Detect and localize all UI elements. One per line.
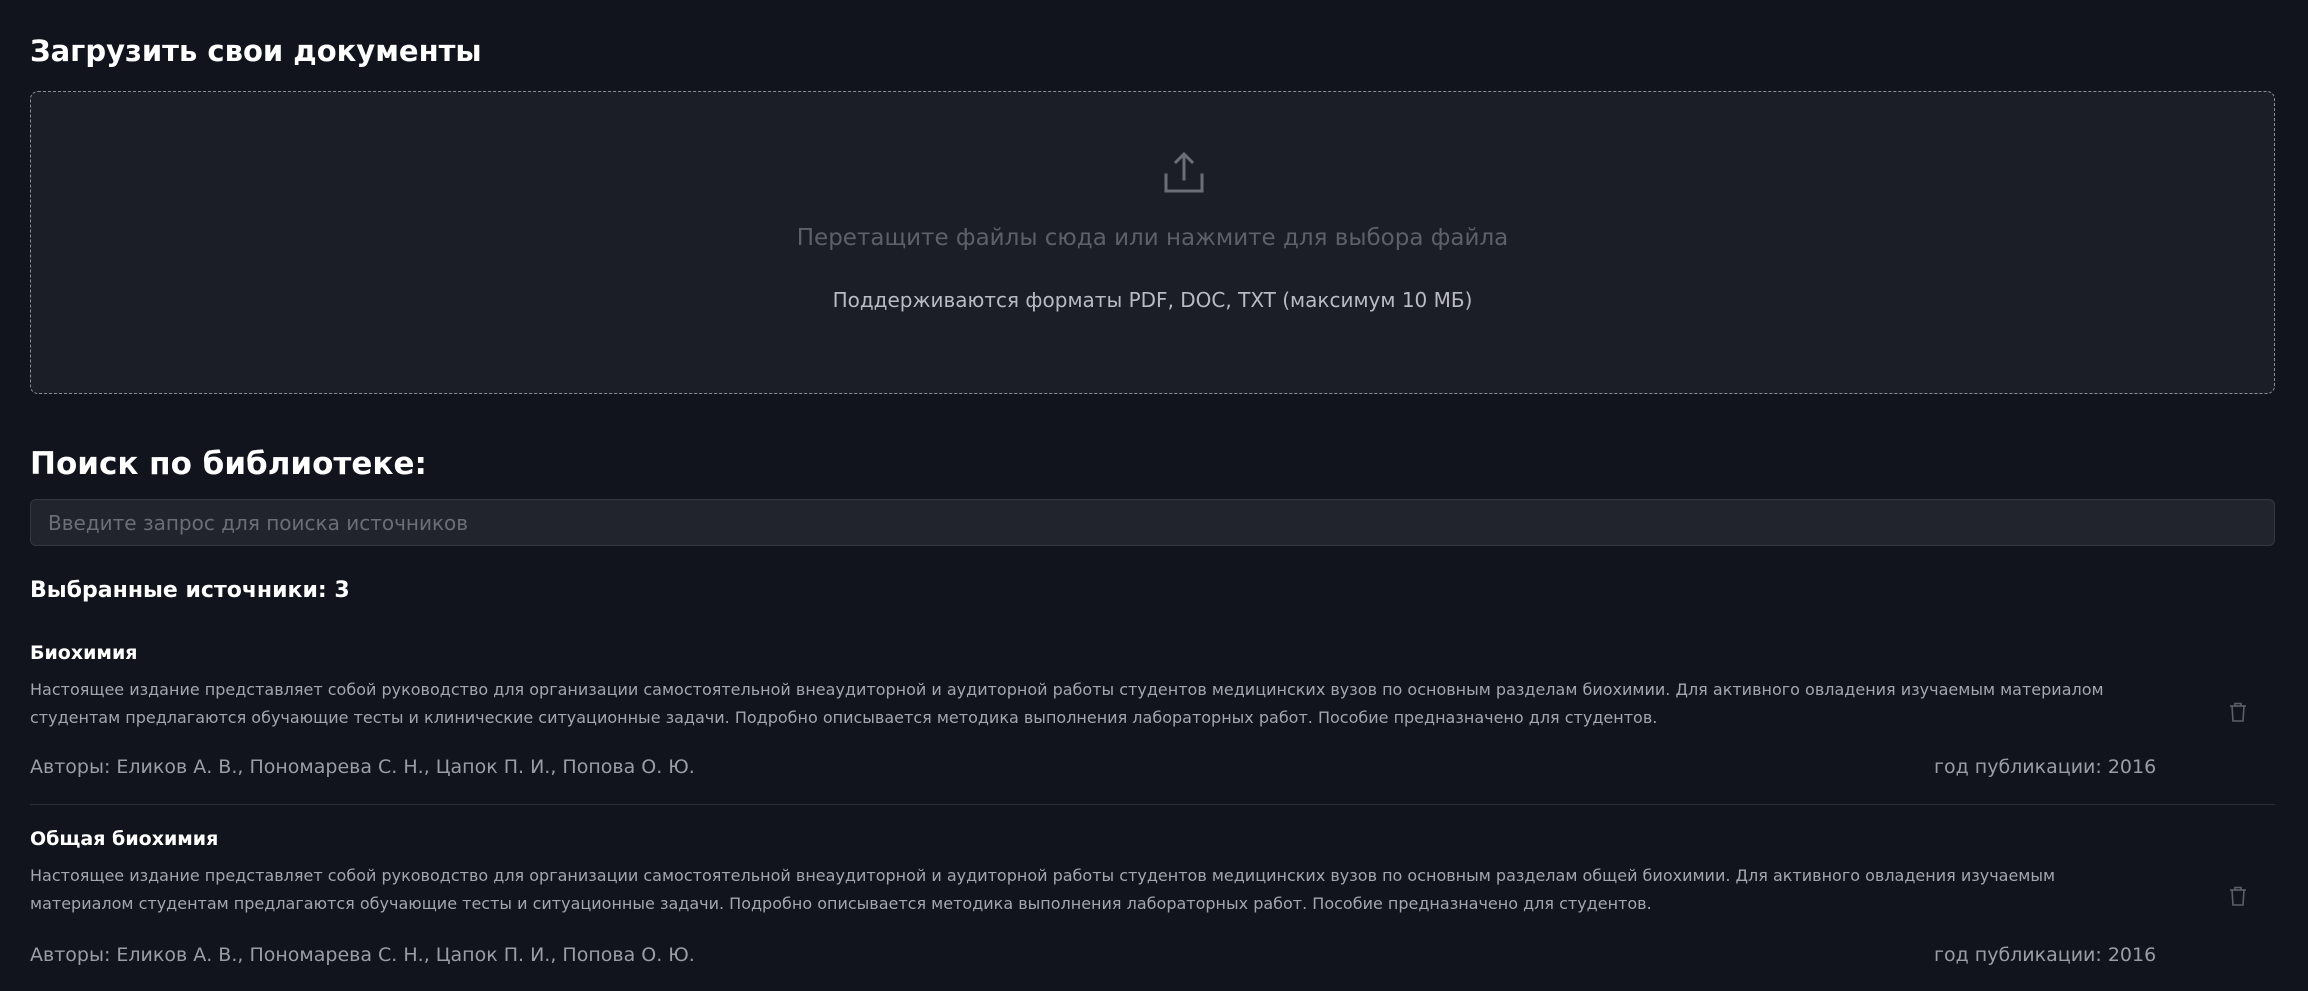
source-authors: Авторы: Еликов А. В., Пономарева С. Н., … [30, 944, 695, 966]
source-title: Общая биохимия [30, 828, 219, 850]
page: Загрузить свои документы Перетащите файл… [0, 0, 2308, 991]
source-publication-year: год публикации: 2016 [1934, 944, 2157, 966]
source-description: Настоящее издание представляет собой рук… [30, 866, 2056, 913]
dropzone-text: Перетащите файлы сюда или нажмите для вы… [796, 225, 1509, 251]
file-dropzone[interactable]: Перетащите файлы сюда или нажмите для вы… [30, 91, 2275, 394]
source-title: Биохимия [30, 642, 138, 664]
library-search-input[interactable] [30, 499, 2275, 546]
selected-sources-count: Выбранные источники: 3 [30, 578, 350, 603]
search-section-title: Поиск по библиотеке: [30, 446, 427, 482]
source-item: Общая биохимия Настоящее издание предста… [30, 824, 2275, 991]
upload-icon [1162, 151, 1206, 195]
trash-icon [2229, 702, 2247, 726]
upload-section-title: Загрузить свои документы [30, 34, 482, 68]
source-description: Настоящее издание представляет собой рук… [30, 680, 2104, 727]
source-authors: Авторы: Еликов А. В., Пономарева С. Н., … [30, 756, 695, 778]
delete-source-button[interactable] [2224, 700, 2252, 728]
source-item: Биохимия Настоящее издание представляет … [30, 638, 2275, 805]
source-publication-year: год публикации: 2016 [1934, 756, 2157, 778]
dropzone-format-hint: Поддерживаются форматы PDF, DOC, TXT (ма… [832, 288, 1473, 312]
delete-source-button[interactable] [2224, 884, 2252, 912]
trash-icon [2229, 886, 2247, 910]
